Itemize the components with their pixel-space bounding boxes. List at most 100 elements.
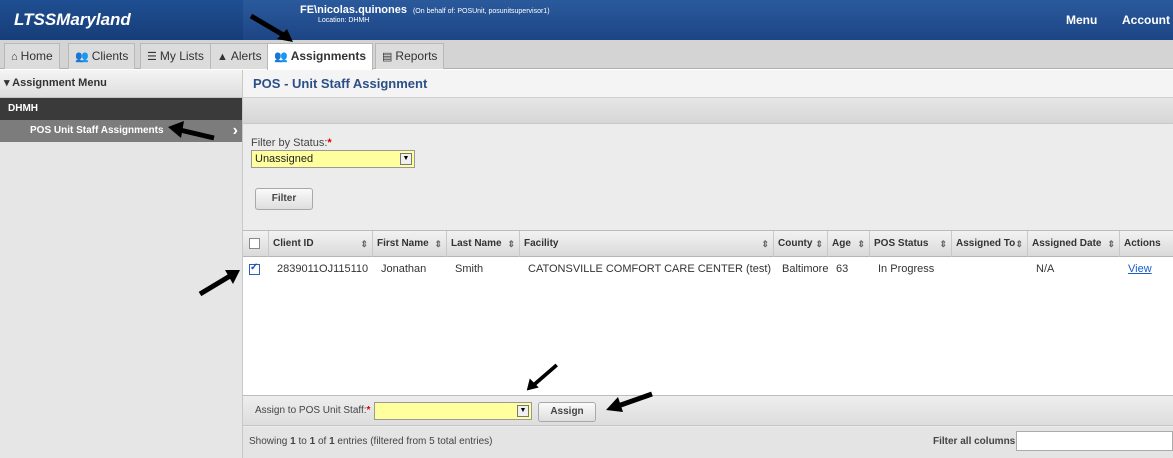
home-icon: ⌂: [11, 51, 18, 63]
column-age[interactable]: Age ⇕: [828, 231, 870, 257]
cell-assigned-date: N/A: [1036, 263, 1055, 275]
cell-assigned-to: [956, 261, 960, 277]
tab-label: Assignments: [290, 49, 367, 63]
main-tabs: ⌂ Home 👥 Clients ☰ My Lists ▲ Alerts 👥 Assign…: [0, 40, 1173, 70]
assign-button[interactable]: Assign: [538, 402, 596, 422]
cell-age: 63: [836, 263, 849, 275]
column-label: Age: [832, 238, 851, 249]
column-label: Assigned To: [956, 238, 1016, 249]
location-text: Location: DHMH: [318, 17, 370, 24]
sort-icon: ⇕: [434, 239, 442, 249]
filter-status-label: Filter by Status:*: [251, 137, 332, 149]
assign-bar: Assign to POS Unit Staff:* ▼ Assign: [243, 395, 1173, 426]
sort-icon: ⇕: [939, 239, 947, 249]
main-content: POS - Unit Staff Assignment Filter by St…: [243, 70, 1173, 458]
select-all-checkbox[interactable]: [249, 238, 260, 249]
sort-icon: ⇕: [857, 239, 865, 249]
sort-icon: ⇕: [1015, 239, 1023, 249]
menu-link[interactable]: Menu: [1066, 13, 1097, 27]
column-actions: Actions: [1120, 231, 1173, 257]
column-client-id[interactable]: Client ID ⇕: [269, 231, 373, 257]
filter-status-select[interactable]: Unassigned ▼: [251, 150, 415, 168]
entries-prefix: Showing: [249, 436, 291, 447]
column-label: Facility: [524, 238, 559, 249]
tab-home[interactable]: ⌂ Home: [4, 43, 60, 69]
column-label: Last Name: [451, 238, 502, 249]
tab-assignments[interactable]: 👥 Assignments: [267, 43, 374, 70]
column-county[interactable]: County ⇕: [774, 231, 828, 257]
list-icon: ☰: [147, 51, 157, 63]
sort-icon: ⇕: [815, 239, 823, 249]
sort-icon: ⇕: [1107, 239, 1115, 249]
assign-staff-select[interactable]: ▼: [374, 402, 532, 420]
sidebar-item-label: POS Unit Staff Assignments: [30, 125, 164, 136]
report-icon: ▤: [382, 51, 393, 63]
sort-icon: ⇕: [360, 239, 368, 249]
column-label: Assigned Date: [1032, 238, 1102, 249]
column-label: First Name: [377, 238, 429, 249]
column-label: POS Status: [874, 238, 929, 249]
column-first-name[interactable]: First Name ⇕: [373, 231, 447, 257]
required-marker: *: [366, 405, 371, 416]
column-assigned-to[interactable]: Assigned To ⇕: [952, 231, 1028, 257]
tab-label: Home: [20, 49, 53, 63]
table-header: Client ID ⇕ First Name ⇕ Last Name ⇕ Facili…: [243, 231, 1173, 257]
column-last-name[interactable]: Last Name ⇕: [447, 231, 520, 257]
column-facility[interactable]: Facility ⇕: [520, 231, 774, 257]
column-label: County: [778, 238, 813, 249]
assignment-menu-header[interactable]: ▾ Assignment Menu: [0, 70, 242, 98]
people-icon: 👥: [274, 51, 288, 63]
filter-all-columns-label: Filter all columns:: [933, 436, 1019, 447]
tab-label: Reports: [395, 49, 438, 63]
top-bar: LTSSMaryland FE\nicolas.quinones (On beha…: [0, 0, 1173, 40]
tab-label: Alerts: [230, 49, 262, 63]
column-assigned-date[interactable]: Assigned Date ⇕: [1028, 231, 1120, 257]
filter-button[interactable]: Filter: [255, 188, 313, 210]
column-label: Client ID: [273, 238, 314, 249]
page-title: POS - Unit Staff Assignment: [243, 70, 1173, 98]
chevron-down-icon[interactable]: ▼: [400, 153, 412, 165]
view-link[interactable]: View: [1124, 261, 1152, 277]
toolbar-band: [243, 98, 1173, 124]
chevron-right-icon: ›: [232, 122, 238, 139]
sort-icon: ⇕: [761, 239, 769, 249]
sidebar-item-pos-unit-staff-assignments[interactable]: POS Unit Staff Assignments ›: [0, 120, 242, 142]
user-name: FE\nicolas.quinones: [300, 4, 407, 16]
required-marker: *: [327, 137, 332, 149]
account-link[interactable]: Account: [1122, 13, 1170, 27]
sidebar: ▾ Assignment Menu DHMH POS Unit Staff As…: [0, 70, 243, 458]
sort-icon: ⇕: [507, 239, 515, 249]
sidebar-group-dhmh: DHMH: [0, 98, 242, 120]
tab-reports[interactable]: ▤ Reports: [375, 43, 445, 69]
tab-my-lists[interactable]: ☰ My Lists: [140, 43, 211, 69]
row-checkbox[interactable]: [249, 262, 260, 275]
brand-logo[interactable]: LTSSMaryland: [0, 0, 243, 40]
cell-county: Baltimore: [782, 263, 829, 275]
assign-staff-label-text: Assign to POS Unit Staff:: [255, 405, 367, 416]
table-footer: Showing 1 to 1 of 1 entries (filtered fr…: [243, 427, 1173, 458]
brand-name: LTSSMaryland: [14, 10, 131, 29]
entries-suffix: entries (filtered from 5 total entries): [334, 436, 493, 447]
tab-label: My Lists: [159, 49, 204, 63]
tab-clients[interactable]: 👥 Clients: [68, 43, 136, 69]
entries-mid2: of: [315, 436, 330, 447]
cell-pos-status: In Progress: [878, 263, 935, 275]
assign-staff-label: Assign to POS Unit Staff:*: [255, 405, 370, 416]
filter-status-value: Unassigned: [255, 153, 314, 165]
column-pos-status[interactable]: POS Status ⇕: [870, 231, 952, 257]
assignment-table: Client ID ⇕ First Name ⇕ Last Name ⇕ Facili…: [243, 230, 1173, 395]
warning-icon: ▲: [217, 51, 228, 63]
on-behalf-text: (On behalf of: POSUnit, posunitsuperviso…: [412, 8, 550, 15]
chevron-down-icon[interactable]: ▼: [517, 405, 529, 417]
cell-facility: CATONSVILLE COMFORT CARE CENTER (test): [528, 263, 772, 275]
tab-label: Clients: [91, 49, 129, 63]
filter-status-label-text: Filter by Status:: [251, 137, 328, 149]
filter-all-columns-input[interactable]: [1016, 431, 1173, 451]
tab-alerts[interactable]: ▲ Alerts: [210, 43, 269, 69]
cell-first-name: Jonathan: [381, 263, 427, 275]
cell-last-name: Smith: [455, 263, 484, 275]
select-all-header: [243, 231, 269, 257]
people-icon: 👥: [75, 51, 89, 63]
column-label: Actions: [1124, 238, 1161, 249]
entries-info: Showing 1 to 1 of 1 entries (filtered fr…: [249, 436, 492, 447]
